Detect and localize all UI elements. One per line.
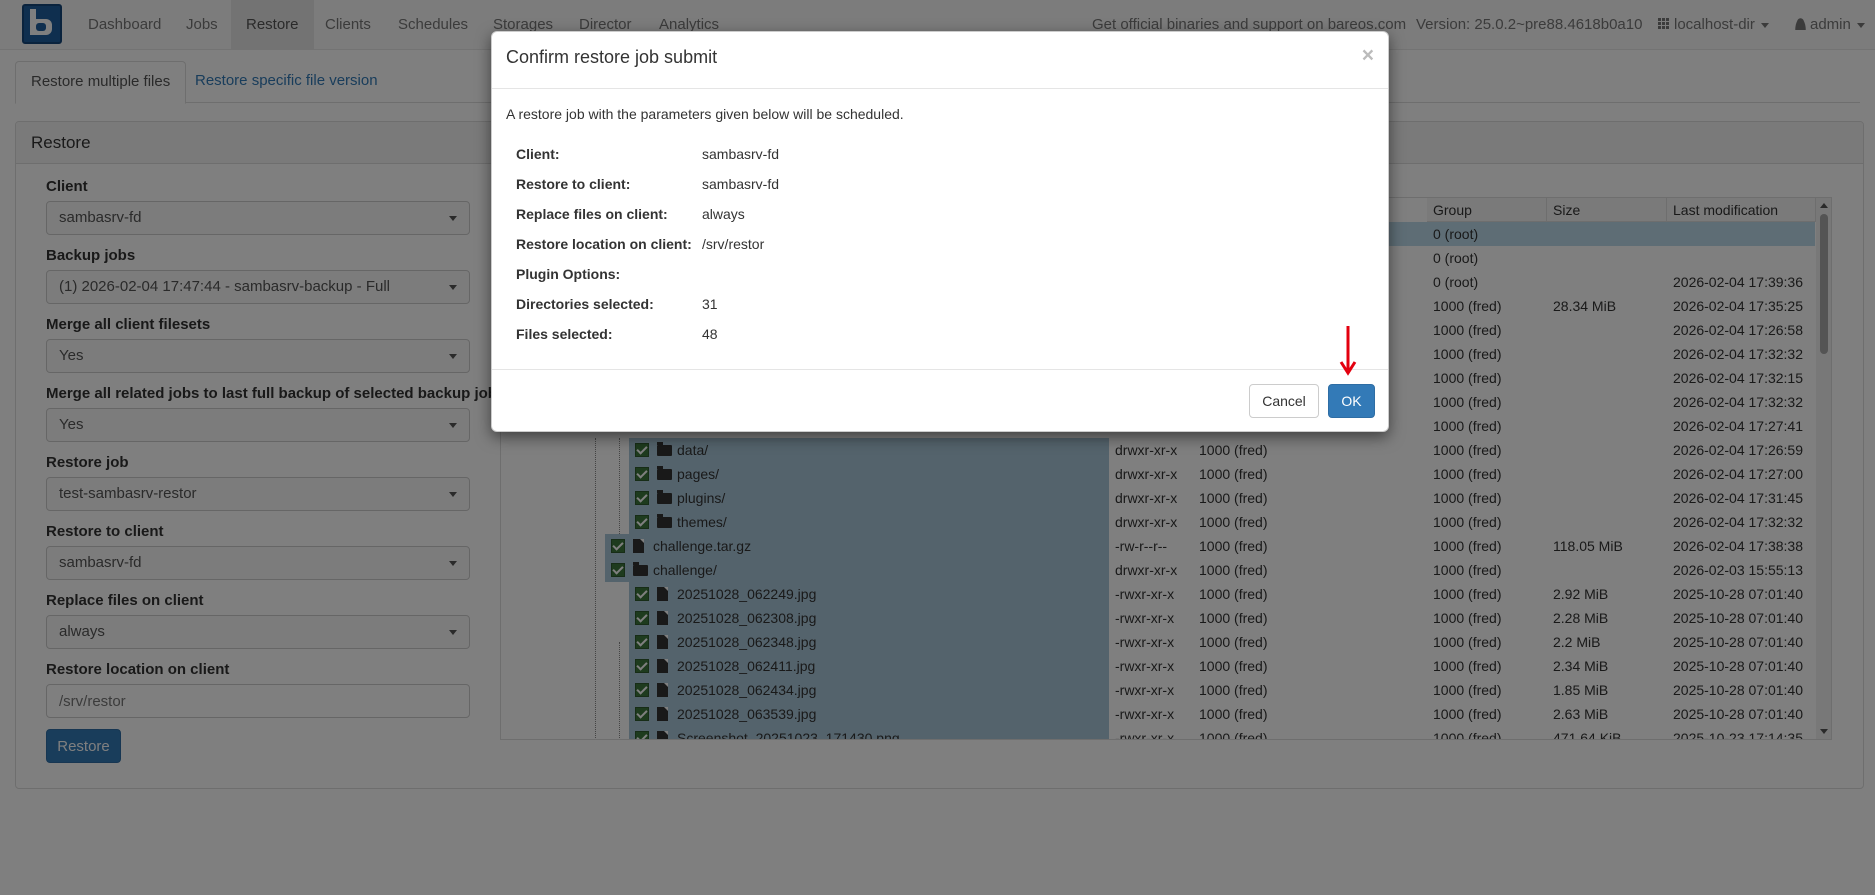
detail-value-replace-files: always [702,206,745,222]
detail-key-directories-selected: Directories selected: [516,296,654,312]
confirm-restore-modal: Confirm restore job submit × A restore j… [491,31,1389,432]
modal-header: Confirm restore job submit × [492,32,1388,89]
detail-key-client: Client: [516,146,560,162]
detail-value-files-selected: 48 [702,326,718,342]
detail-key-replace-files: Replace files on client: [516,206,668,222]
detail-value-client: sambasrv-fd [702,146,780,162]
modal-title: Confirm restore job submit [506,47,718,67]
ok-button[interactable]: OK [1328,384,1375,418]
detail-value-restore-client: sambasrv-fd [702,176,780,192]
annotation-arrow-icon [1339,326,1357,376]
detail-value-directories-selected: 31 [702,296,718,312]
modal-intro-text: A restore job with the parameters given … [506,106,904,122]
close-icon[interactable]: × [1362,44,1374,68]
cancel-button[interactable]: Cancel [1249,384,1319,418]
detail-key-restore-client: Restore to client: [516,176,631,192]
modal-footer-divider [492,369,1388,370]
detail-key-plugin-options: Plugin Options: [516,266,621,282]
detail-value-restore-location: /srv/restor [702,236,765,252]
detail-key-restore-location: Restore location on client: [516,236,692,252]
detail-key-files-selected: Files selected: [516,326,613,342]
